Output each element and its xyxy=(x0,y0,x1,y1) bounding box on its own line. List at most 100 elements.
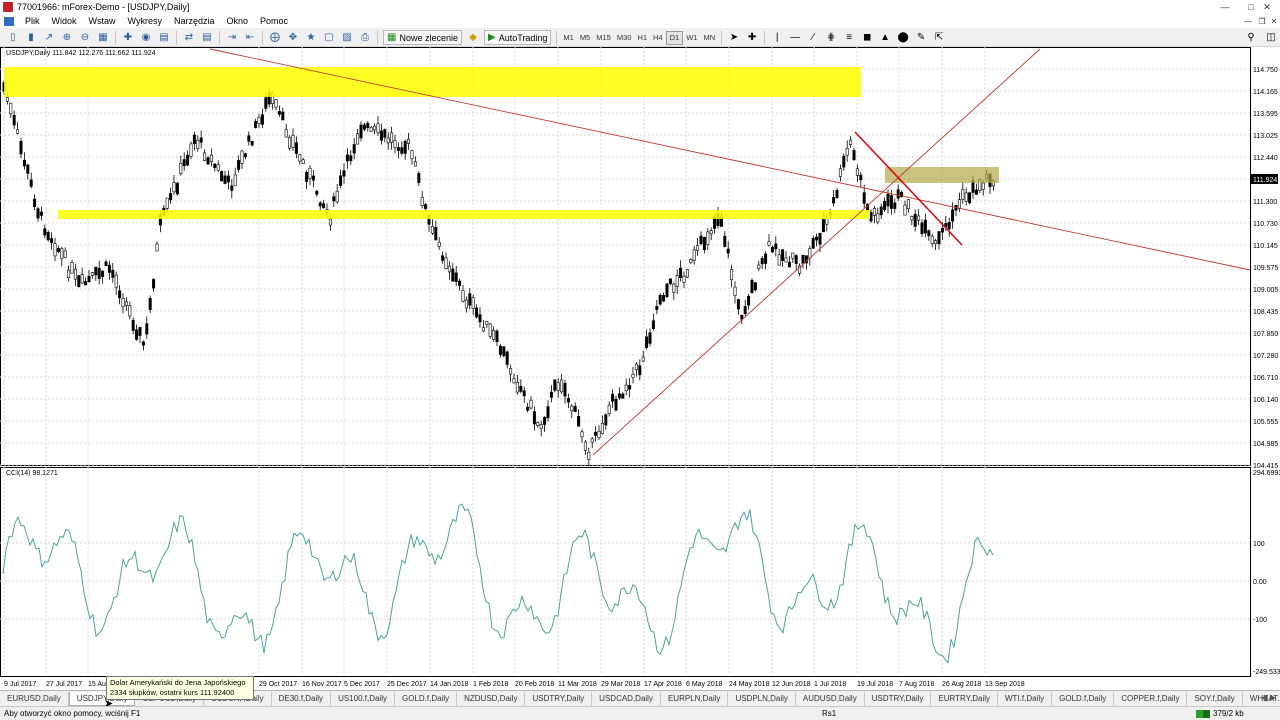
globe-icon[interactable]: ◉ xyxy=(138,31,154,45)
candle-body xyxy=(332,196,336,202)
timeframe-d1[interactable]: D1 xyxy=(665,30,684,45)
text-tool-icon[interactable]: ◼ xyxy=(859,31,875,45)
mdi-close-button[interactable]: ✕ xyxy=(1266,15,1280,27)
app-window: 77001966: mForex-Demo - [USDJPY,Daily] —… xyxy=(0,0,1280,720)
chart-tab[interactable]: USDTRY,Daily xyxy=(525,691,593,706)
timeframe-m30[interactable]: M30 xyxy=(614,31,635,45)
chart-tab[interactable]: USDTRY,Daily xyxy=(865,691,932,706)
trendline-icon[interactable]: ∕ xyxy=(805,31,821,45)
candle-body xyxy=(9,102,13,115)
chart-tab[interactable]: WTI.f,Daily xyxy=(998,691,1053,706)
community-icon[interactable]: ◫ xyxy=(1263,31,1279,45)
timeframe-m15[interactable]: M15 xyxy=(593,31,614,45)
crosshair-tool-icon[interactable]: ✚ xyxy=(744,31,760,45)
chart-tab[interactable]: COPPER.f,Daily xyxy=(1114,691,1188,706)
candle-body xyxy=(393,140,397,148)
search-icon[interactable]: ⚲ xyxy=(1243,31,1259,45)
new-chart-icon[interactable]: ✚ xyxy=(120,31,136,45)
candle-body xyxy=(145,323,149,335)
auto-scroll-icon[interactable]: ⇥ xyxy=(224,31,240,45)
timeframe-mn[interactable]: MN xyxy=(700,31,718,45)
market-watch-icon[interactable]: ⇄ xyxy=(181,31,197,45)
horizontal-line-icon[interactable]: — xyxy=(787,31,803,45)
candle-body xyxy=(80,274,84,284)
menu-item-6[interactable]: Pomoc xyxy=(254,16,294,26)
folder-icon[interactable]: ▧ xyxy=(339,31,355,45)
zoom-out-icon[interactable]: ⊖ xyxy=(77,31,93,45)
chart-tab[interactable]: EURPLN,Daily xyxy=(661,691,729,706)
candle-body xyxy=(910,216,914,221)
chart-tab[interactable]: AUDUSD,Daily xyxy=(796,691,865,706)
properties-icon[interactable]: ▢ xyxy=(321,31,337,45)
chart-tab[interactable]: NZDUSD,Daily xyxy=(457,691,526,706)
navigator-icon[interactable]: ▤ xyxy=(199,31,215,45)
candle-body xyxy=(369,126,373,132)
crosshair-icon[interactable]: ✥ xyxy=(285,31,301,45)
bar-chart-icon[interactable]: ▯ xyxy=(5,31,21,45)
indicators-icon[interactable]: ⨁ xyxy=(267,31,283,45)
price-chart[interactable]: 114.750 114.165 113.595 113.025 112.440 111.9… xyxy=(0,47,1280,690)
triangle-icon[interactable]: ▲ xyxy=(877,31,893,45)
candle-body xyxy=(617,393,621,399)
arrows-icon[interactable]: ⇱ xyxy=(931,31,947,45)
menu-item-4[interactable]: Narzędzia xyxy=(168,16,221,26)
vertical-line-icon[interactable]: | xyxy=(769,31,785,45)
menu-item-2[interactable]: Wstaw xyxy=(83,16,122,26)
menu-item-5[interactable]: Okno xyxy=(220,16,254,26)
candle-body xyxy=(213,163,217,168)
candle-body xyxy=(611,393,615,402)
candle-body xyxy=(665,283,669,297)
chart-tab[interactable]: GOLD.f,Daily xyxy=(395,691,458,706)
timeframe-m5[interactable]: M5 xyxy=(577,31,593,45)
candle-body xyxy=(345,154,349,162)
candle-body xyxy=(70,261,74,274)
chart-tab[interactable]: SOY.f,Daily xyxy=(1187,691,1243,706)
ellipse-icon[interactable]: ⬤ xyxy=(895,31,911,45)
zoom-in-icon[interactable]: ⊕ xyxy=(59,31,75,45)
menu-item-0[interactable]: Plik xyxy=(19,16,46,26)
candle-body xyxy=(736,299,740,310)
line-chart-icon[interactable]: ↗ xyxy=(41,31,57,45)
candle-body xyxy=(791,252,795,259)
chart-shift-icon[interactable]: ⇤ xyxy=(242,31,258,45)
price-axis-label: 106.140 xyxy=(1253,397,1278,404)
candlestick-icon[interactable]: ▮ xyxy=(23,31,39,45)
templates-icon[interactable]: ▤ xyxy=(156,31,172,45)
print-icon[interactable]: ⎙ xyxy=(357,31,373,45)
chart-tab[interactable]: GOLD.f,Daily xyxy=(1052,691,1115,706)
chart-tab[interactable]: DE30.f,Daily xyxy=(272,691,332,706)
autotrading-button[interactable]: ▶ AutoTrading xyxy=(483,30,552,45)
fibonacci-icon[interactable]: ≡ xyxy=(841,31,857,45)
tile-windows-icon[interactable]: ▦ xyxy=(95,31,111,45)
menu-item-1[interactable]: Widok xyxy=(46,16,83,26)
candle-body xyxy=(60,248,64,259)
price-axis-label: 114.750 xyxy=(1253,67,1278,74)
timeframe-w1[interactable]: W1 xyxy=(683,31,700,45)
new-order-button[interactable]: ▦ Nowe zlecenie xyxy=(383,30,462,45)
cursor-tool-icon[interactable]: ➤ xyxy=(726,31,742,45)
metaeditor-icon[interactable]: ◆ xyxy=(465,31,481,45)
menu-item-3[interactable]: Wykresy xyxy=(122,16,168,26)
candle-body xyxy=(257,117,261,124)
candle-body xyxy=(638,365,642,376)
candle-body xyxy=(577,415,581,427)
chart-tab[interactable]: US100.f,Daily xyxy=(331,691,395,706)
tab-scroll-arrows[interactable]: ◀ ▶ xyxy=(1261,693,1276,702)
channel-icon[interactable]: ⋕ xyxy=(823,31,839,45)
candle-body xyxy=(284,129,288,138)
chart-window[interactable]: 114.750 114.165 113.595 113.025 112.440 111.9… xyxy=(0,47,1280,690)
timeframe-h1[interactable]: H1 xyxy=(634,31,650,45)
chart-tab[interactable]: USDCAD,Daily xyxy=(592,691,661,706)
candle-body xyxy=(240,150,244,164)
close-button[interactable]: ✕ xyxy=(1254,0,1280,14)
timeframe-h4[interactable]: H4 xyxy=(650,31,666,45)
timeframe-m1[interactable]: M1 xyxy=(560,31,576,45)
experts-icon[interactable]: ★ xyxy=(303,31,319,45)
chart-tab[interactable]: EURUSD,Daily xyxy=(0,691,69,706)
pencil-icon[interactable]: ✎ xyxy=(913,31,929,45)
candle-body xyxy=(679,267,683,278)
chart-tab[interactable]: USDPLN,Daily xyxy=(728,691,796,706)
candle-body xyxy=(22,159,26,167)
minimize-button[interactable]: — xyxy=(1212,0,1238,14)
chart-tab[interactable]: EURTRY,Daily xyxy=(931,691,998,706)
